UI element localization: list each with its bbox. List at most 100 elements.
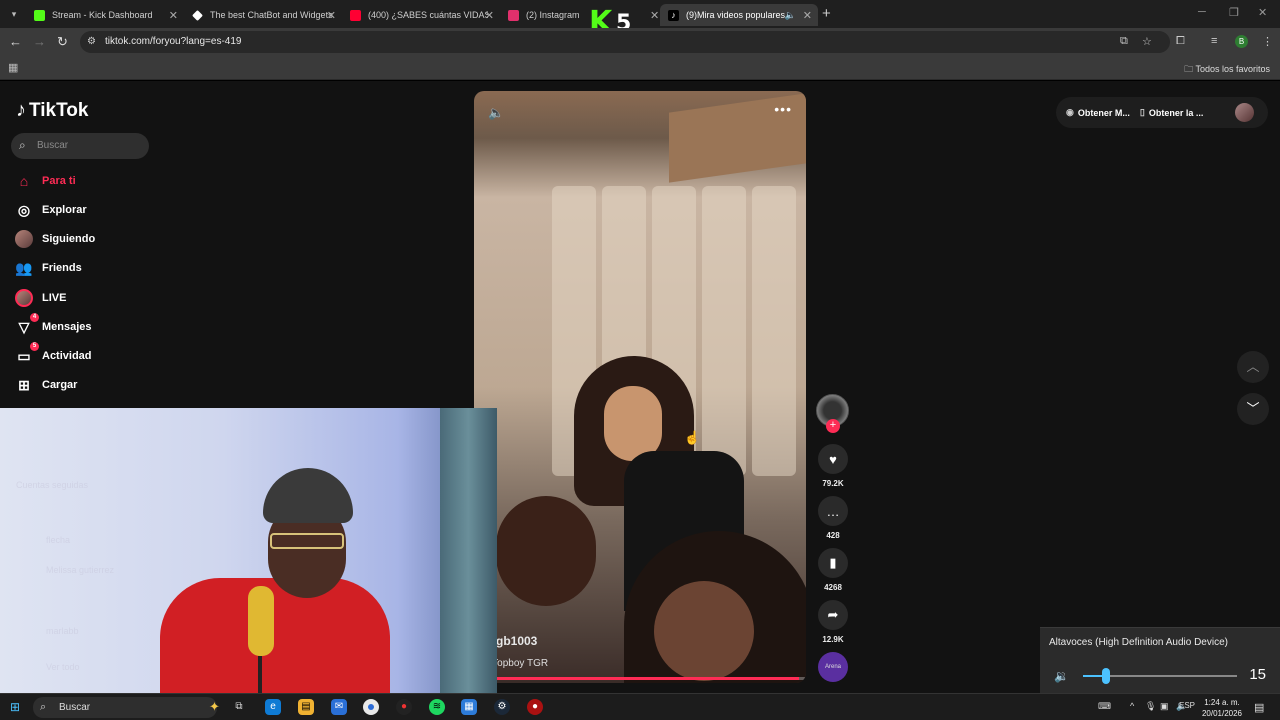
search-input[interactable]: ⌕ Buscar xyxy=(11,133,149,159)
site-info-icon[interactable]: ⚙ xyxy=(87,36,96,47)
url-text[interactable]: tiktok.com/foryou?lang=es-419 xyxy=(105,36,241,47)
sidebar-item-label: Siguiendo xyxy=(42,233,96,245)
all-bookmarks-folder[interactable]: 🗀 Todos los favoritos xyxy=(1184,62,1270,78)
task-view-icon[interactable]: ⧉ xyxy=(231,699,247,715)
microphone-icon[interactable]: 🎙 xyxy=(1145,701,1156,712)
language-indicator[interactable]: ESP xyxy=(1179,701,1195,710)
user-avatar[interactable] xyxy=(1235,103,1254,122)
streamer-figure xyxy=(150,468,395,693)
new-tab-button[interactable]: + xyxy=(822,5,831,22)
tab-close-icon[interactable]: ✕ xyxy=(485,9,494,22)
share-action[interactable]: ➦ 12.9K xyxy=(816,600,850,644)
messages-icon: ▽ 4 xyxy=(15,313,39,336)
tab-tiktok[interactable]: ♪ (9)Mira videos populares s 🔈 ✕ xyxy=(660,4,818,26)
edge-icon[interactable]: e xyxy=(265,699,281,715)
next-video-button[interactable]: ﹀ xyxy=(1237,393,1269,425)
chrome-icon[interactable] xyxy=(363,699,379,715)
get-app-button[interactable]: ▯ Obtener la ... xyxy=(1140,107,1203,118)
taskbar-search[interactable]: ⌕ Buscar ✦ xyxy=(33,697,220,718)
address-bar[interactable]: ⚙ tiktok.com/foryou?lang=es-419 xyxy=(80,31,1170,53)
top-right-actions: ◉ Obtener M... ▯ Obtener la ... xyxy=(1056,97,1268,128)
minimize-icon[interactable]: ─ xyxy=(1198,6,1206,18)
mail-icon[interactable]: ✉ xyxy=(331,699,347,715)
file-explorer-icon[interactable]: ▤ xyxy=(298,699,314,715)
tab-audio-icon[interactable]: 🔈 xyxy=(785,10,796,21)
video-progress-bar[interactable] xyxy=(474,677,806,680)
phone-icon: ▯ xyxy=(1139,107,1145,117)
tray-chevron-icon[interactable]: ^ xyxy=(1130,701,1134,711)
tab-close-instagram[interactable]: ✕ xyxy=(642,4,658,26)
video-scene xyxy=(752,186,796,476)
bookmarks-folder-label: Todos los favoritos xyxy=(1195,64,1270,74)
coin-icon: ◉ xyxy=(1066,107,1074,117)
kick-icon xyxy=(34,9,45,21)
obs-icon[interactable]: ● xyxy=(396,699,412,715)
app-icon[interactable]: ● xyxy=(527,699,543,715)
apps-grid-icon[interactable]: ▦ xyxy=(8,61,18,74)
sidebar-item-para-ti[interactable]: ⌂ Para ti xyxy=(15,170,76,192)
like-count: 79.2K xyxy=(822,479,844,488)
keyboard-icon[interactable]: ⌨ xyxy=(1098,701,1111,712)
menu-kebab-icon[interactable]: ⋮ xyxy=(1262,35,1273,48)
windows-start-icon[interactable]: ⊞ xyxy=(10,700,20,714)
previous-video-button[interactable]: ︿ xyxy=(1237,351,1269,383)
ghost-sidebar-text: Ver todo xyxy=(46,662,80,672)
profile-avatar[interactable]: B xyxy=(1235,35,1248,48)
heart-icon[interactable]: ♥ xyxy=(818,444,848,474)
spotify-icon[interactable]: ≋ xyxy=(429,699,445,715)
more-options-icon[interactable]: ••• xyxy=(774,101,792,117)
video-scene xyxy=(496,496,596,606)
sound-disc[interactable]: Arena xyxy=(818,652,848,682)
volume-flyout: Altavoces (High Definition Audio Device)… xyxy=(1040,627,1280,693)
youtube-icon xyxy=(350,9,361,21)
comment-action[interactable]: … 428 xyxy=(816,496,850,540)
sidebar-item-friends[interactable]: 👥 Friends xyxy=(15,257,81,279)
get-coins-button[interactable]: ◉ Obtener M... xyxy=(1066,107,1130,118)
share-icon[interactable]: ➦ xyxy=(818,600,848,630)
tab-youtube[interactable]: (400) ¿SABES cuántas VIDAS CU ✕ xyxy=(342,4,500,26)
store-icon[interactable]: ▦ xyxy=(461,699,477,715)
follow-button[interactable]: + xyxy=(826,419,840,433)
save-action[interactable]: ▮ 4268 xyxy=(816,548,850,592)
sidebar-item-cargar[interactable]: ⊞ Cargar xyxy=(15,374,77,396)
forward-icon[interactable]: → xyxy=(33,34,46,49)
volume-icon[interactable]: 🔈 xyxy=(488,105,504,121)
tab-close-icon[interactable]: ✕ xyxy=(327,9,336,22)
close-window-icon[interactable]: ✕ xyxy=(1258,6,1267,19)
media-control-icon[interactable]: ≡ xyxy=(1211,35,1217,47)
system-clock[interactable]: 1:24 a. m. 20/01/2026 xyxy=(1196,697,1248,719)
volume-slider-thumb[interactable] xyxy=(1102,668,1111,684)
sidebar-item-siguiendo[interactable]: Siguiendo xyxy=(15,228,95,250)
install-app-icon[interactable]: ⧉ xyxy=(1120,35,1128,48)
extensions-icon[interactable]: ⧠ xyxy=(1176,35,1185,48)
back-icon[interactable]: ← xyxy=(9,34,22,49)
tab-chatbot[interactable]: The best ChatBot and Widgets ✕ xyxy=(184,4,342,26)
tiktok-icon: ♪ xyxy=(668,9,679,21)
search-placeholder: Buscar xyxy=(37,140,69,151)
tab-close-icon[interactable]: ✕ xyxy=(169,9,178,22)
reload-icon[interactable]: ↻ xyxy=(57,34,68,50)
video-player[interactable]: 🔈 ••• lmgb1003 @Topboy TGR xyxy=(474,91,806,683)
comment-icon[interactable]: … xyxy=(818,496,848,526)
bookmark-icon[interactable]: ▮ xyxy=(818,548,848,578)
instagram-icon xyxy=(508,9,519,21)
tab-close-icon[interactable]: ✕ xyxy=(650,9,658,22)
speaker-icon[interactable]: 🔉 xyxy=(1054,669,1069,683)
like-action[interactable]: ♥ 79.2K xyxy=(816,444,850,488)
copilot-sparkle-icon[interactable]: ✦ xyxy=(209,699,220,715)
sidebar-item-live[interactable]: LIVE xyxy=(15,287,66,309)
notifications-icon[interactable]: ▤ xyxy=(1254,701,1264,714)
tiktok-logo[interactable]: ♪ TikTok xyxy=(16,99,88,122)
sidebar-item-mensajes[interactable]: ▽ 4 Mensajes xyxy=(15,313,92,338)
tab-close-icon[interactable]: ✕ xyxy=(803,9,812,22)
tab-instagram[interactable]: (2) Instagram xyxy=(500,4,590,26)
taskbar-search-label: Buscar xyxy=(59,702,91,713)
tab-kick-dashboard[interactable]: Stream - Kick Dashboard ✕ xyxy=(26,4,184,26)
steam-icon[interactable]: ⚙ xyxy=(494,699,510,715)
sidebar-item-explorar[interactable]: ◎ Explorar xyxy=(15,199,87,221)
tab-search-button[interactable]: ▾ xyxy=(6,6,22,22)
bookmark-star-icon[interactable]: ☆ xyxy=(1142,35,1152,48)
network-icon[interactable]: ▣ xyxy=(1160,701,1169,712)
sidebar-item-actividad[interactable]: ▭ 5 Actividad xyxy=(15,342,92,367)
maximize-icon[interactable]: ❐ xyxy=(1229,6,1239,19)
